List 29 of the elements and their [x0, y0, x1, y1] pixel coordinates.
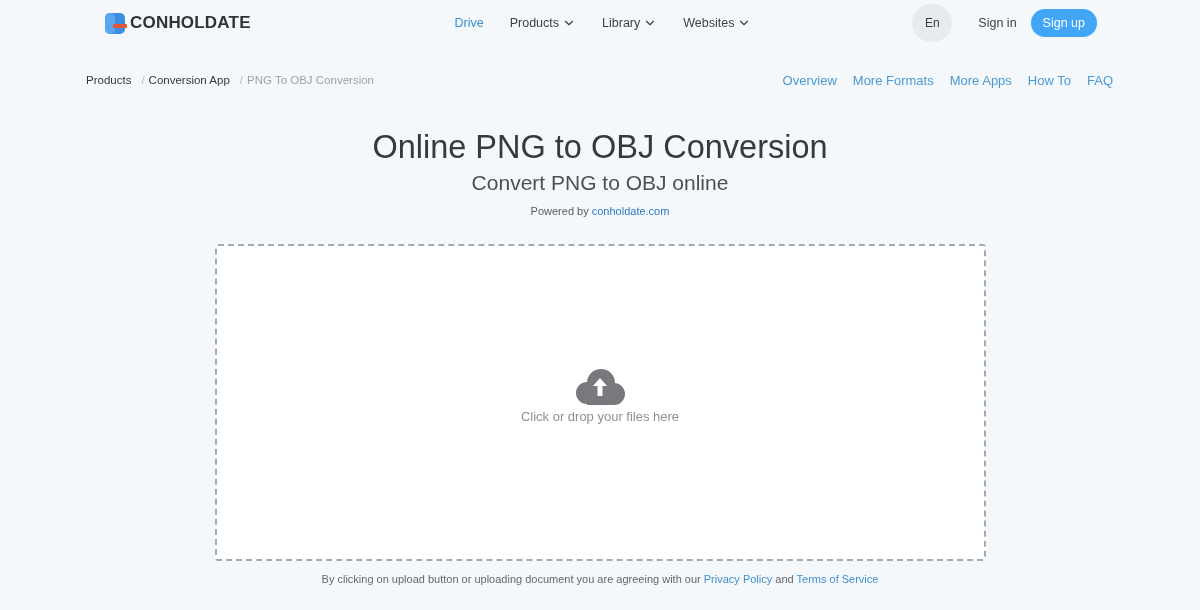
- nav-link[interactable]: Websites: [683, 12, 752, 34]
- text-link[interactable]: Terms of Service: [796, 573, 879, 585]
- section-link[interactable]: More Formats: [852, 72, 934, 88]
- breadcrumb-separator: /: [141, 74, 145, 86]
- nav-link[interactable]: Drive: [454, 12, 484, 34]
- text-link[interactable]: conholdate.com: [591, 205, 670, 217]
- breadcrumb-link[interactable]: Products: [86, 74, 132, 86]
- file-drop-zone[interactable]: Click or drop your files here: [214, 244, 986, 561]
- page-subtitle: Convert PNG to OBJ online: [471, 170, 729, 196]
- sign-in-link[interactable]: Sign in: [978, 16, 1017, 30]
- section-link[interactable]: More Apps: [949, 72, 1012, 88]
- sign-up-button[interactable]: Sign up: [1030, 9, 1097, 37]
- section-link[interactable]: Overview: [782, 72, 837, 88]
- consent-text: By clicking on upload button or uploading document you are agreeing with our Privacy Policy and Terms of Service: [321, 572, 879, 587]
- logo-icon: [105, 12, 127, 34]
- section-link[interactable]: FAQ: [1087, 72, 1113, 88]
- breadcrumb-separator: /: [239, 74, 243, 86]
- page-title: Online PNG to OBJ Conversion: [372, 128, 828, 166]
- nav-link[interactable]: Products: [509, 12, 577, 34]
- powered-by-text: Powered by conholdate.com: [530, 204, 670, 219]
- drop-prompt: Click or drop your files here: [520, 409, 680, 424]
- nav-link[interactable]: Library: [602, 12, 658, 34]
- language-button[interactable]: En: [912, 4, 953, 42]
- section-link[interactable]: How To: [1027, 72, 1071, 88]
- text-link[interactable]: Privacy Policy: [703, 573, 773, 585]
- breadcrumb-link[interactable]: Conversion App: [148, 74, 230, 86]
- breadcrumb-current[interactable]: PNG To OBJ Conversion: [247, 74, 374, 86]
- brand-logo-text: CONHOLDATE: [130, 13, 251, 33]
- cloud-upload-icon: [574, 369, 626, 406]
